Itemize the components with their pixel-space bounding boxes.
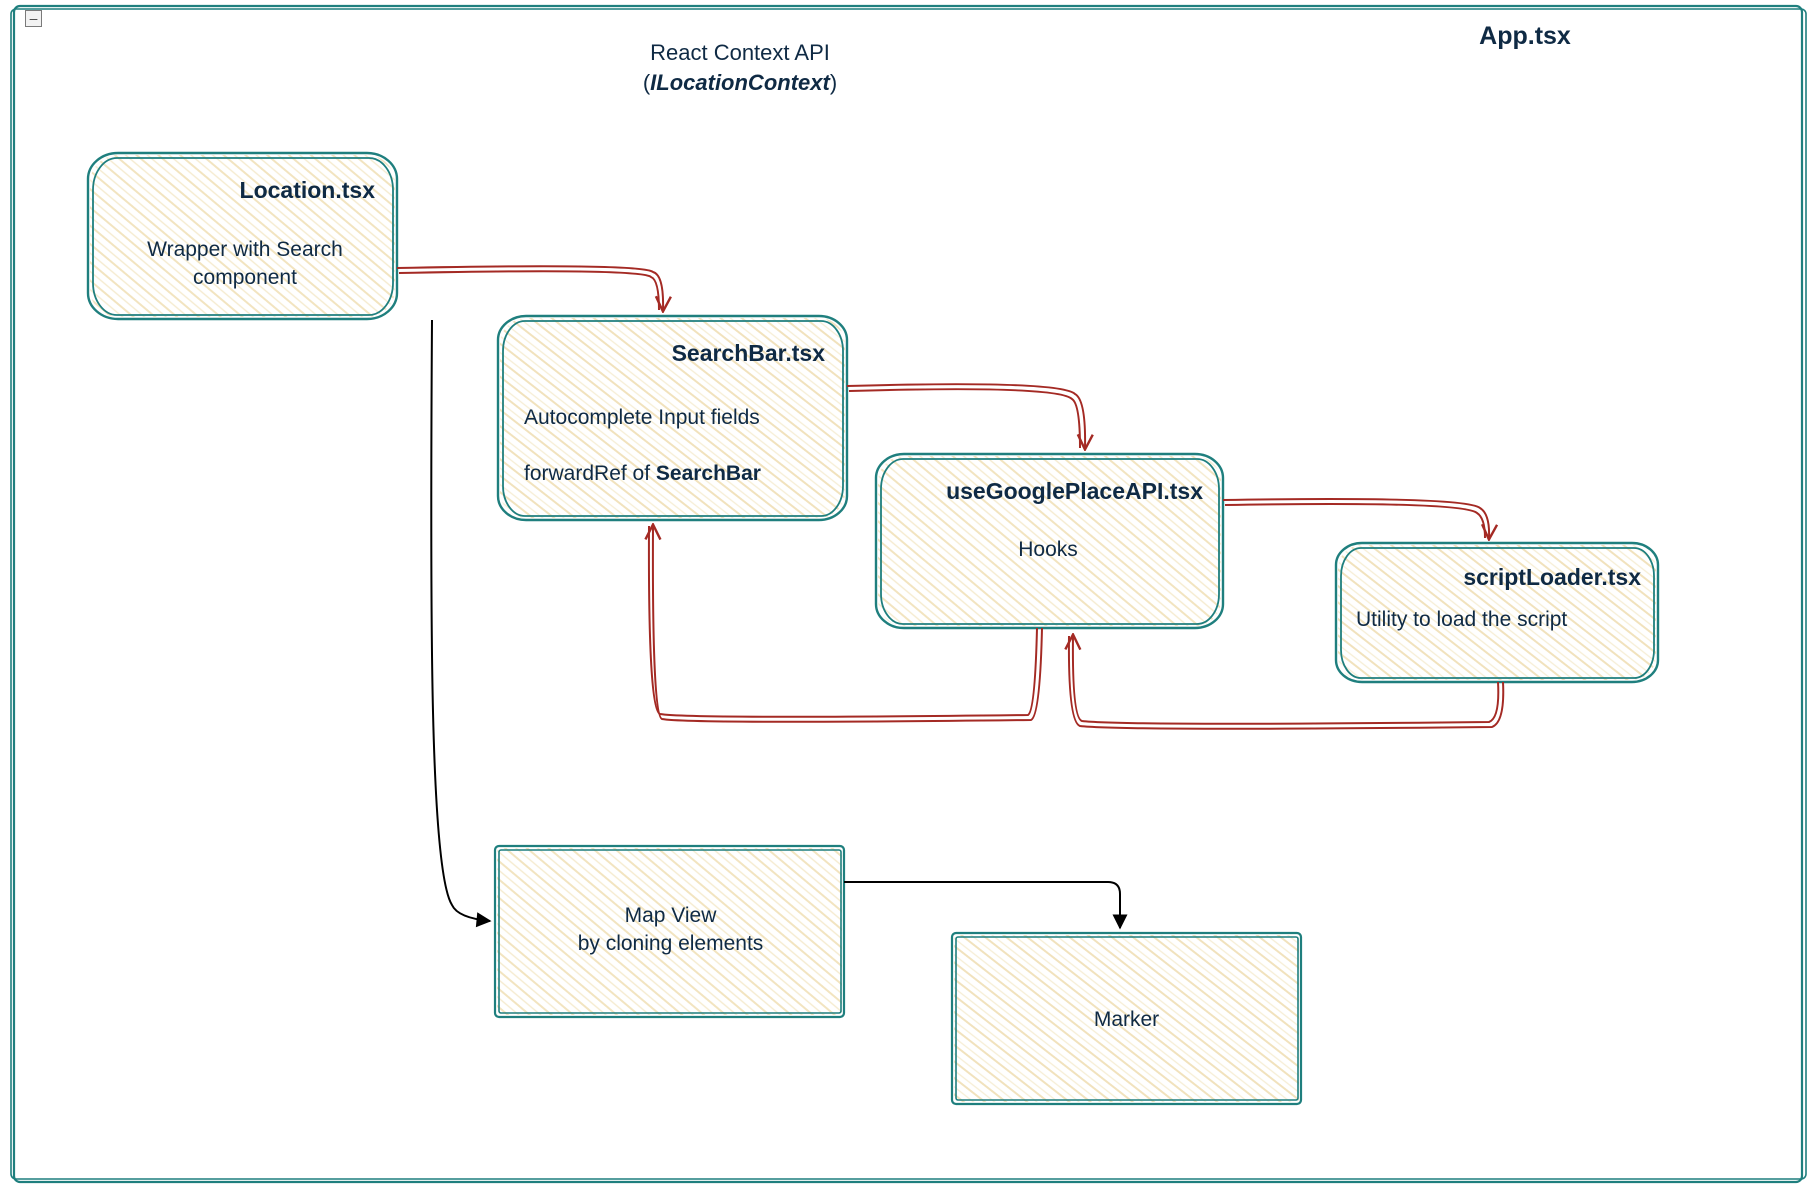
searchbar-desc2-strong: SearchBar <box>656 462 761 485</box>
searchbar-desc1: Autocomplete Input fields <box>524 404 834 432</box>
useapi-desc: Hooks <box>888 536 1208 564</box>
edge-mapview-to-marker <box>844 882 1120 928</box>
edge-location-to-searchbar <box>397 266 663 310</box>
frame-title: App.tsx <box>1400 20 1650 54</box>
searchbar-title: SearchBar.tsx <box>510 338 825 369</box>
useapi-title: useGooglePlaceAPI.tsx <box>888 476 1203 507</box>
context-line2-name: ILocationContext <box>650 70 830 95</box>
diagram-canvas: – <box>0 0 1812 1192</box>
marker-title: Marker <box>964 1006 1289 1034</box>
location-title: Location.tsx <box>100 175 375 206</box>
edge-searchbar-to-useapi <box>847 384 1085 448</box>
scriptloader-title: scriptLoader.tsx <box>1346 562 1641 593</box>
mapview-line2: by cloning elements <box>578 932 764 955</box>
context-heading: React Context API (ILocationContext) <box>560 38 920 97</box>
searchbar-desc2-pre: forwardRef of <box>524 462 656 485</box>
searchbar-desc2: forwardRef of SearchBar <box>524 460 834 488</box>
mapview-text: Map View by cloning elements <box>508 902 833 959</box>
scriptloader-desc: Utility to load the script <box>1356 606 1652 634</box>
edge-useapi-to-scriptloader <box>1223 499 1489 538</box>
context-line1: React Context API <box>650 40 830 65</box>
mapview-line1: Map View <box>625 904 717 927</box>
location-desc: Wrapper with Search component <box>100 236 390 293</box>
context-line2-close: ) <box>830 70 837 95</box>
edge-location-to-mapview <box>431 320 490 921</box>
